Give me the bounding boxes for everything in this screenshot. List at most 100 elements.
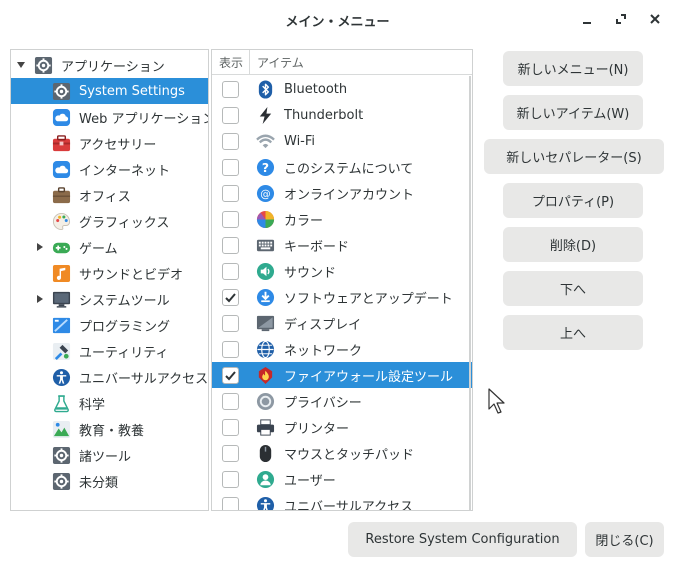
tree-item[interactable]: System Settings <box>11 78 208 104</box>
tree-item[interactable]: 教育・教養 <box>11 416 208 442</box>
new-menu-button[interactable]: 新しいメニュー(N) <box>503 51 643 86</box>
title-bar: メイン・メニュー <box>0 0 675 40</box>
keyboard-icon <box>255 235 275 255</box>
maximize-button[interactable] <box>610 9 632 29</box>
tree-item[interactable]: オフィス <box>11 182 208 208</box>
cloud-icon <box>51 107 71 127</box>
item-row[interactable]: ソフトウェアとアップデート <box>212 284 472 310</box>
tree-item[interactable]: 科学 <box>11 390 208 416</box>
show-checkbox[interactable] <box>222 132 239 150</box>
show-checkbox[interactable] <box>222 236 239 254</box>
tree-item[interactable]: Web アプリケーション <box>11 104 208 130</box>
briefcase-icon <box>51 185 71 205</box>
move-up-button[interactable]: 上へ <box>503 315 643 350</box>
item-row[interactable]: Wi-Fi <box>212 128 472 154</box>
new-separator-button[interactable]: 新しいセパレーター(S) <box>484 139 664 174</box>
firewall-icon <box>255 365 275 385</box>
tree-item-label: ゲーム <box>79 241 118 257</box>
expander-expanded-icon[interactable] <box>16 60 26 70</box>
utilities-icon <box>51 341 71 361</box>
item-row[interactable]: マウスとタッチパッド <box>212 440 472 466</box>
close-window-button[interactable] <box>644 9 666 29</box>
delete-button[interactable]: 削除(D) <box>503 227 643 262</box>
show-checkbox[interactable] <box>222 106 239 124</box>
item-row[interactable]: @ オンラインアカウント <box>212 180 472 206</box>
item-row[interactable]: ディスプレイ <box>212 310 472 336</box>
gear-icon <box>51 81 71 101</box>
programming-icon <box>51 315 71 335</box>
menu-tree[interactable]: アプリケーション System Settings Web アプリケーション アクセサリ… <box>10 49 209 511</box>
education-icon <box>51 419 71 439</box>
item-row[interactable]: ネットワーク <box>212 336 472 362</box>
multimedia-icon <box>51 263 71 283</box>
expander-collapsed-icon[interactable] <box>35 242 45 252</box>
item-row[interactable]: Bluetooth <box>212 76 472 102</box>
column-show-header[interactable]: 表示 <box>212 50 250 74</box>
tree-item[interactable]: サウンドとビデオ <box>11 260 208 286</box>
items-header: 表示 アイテム <box>212 50 472 75</box>
printer-icon <box>255 417 275 437</box>
gear-icon <box>51 471 71 491</box>
item-row[interactable]: ユニバーサルアクセス <box>212 492 472 510</box>
show-checkbox[interactable] <box>222 366 239 384</box>
maximize-icon <box>616 14 626 24</box>
tree-item-label: オフィス <box>79 189 131 205</box>
show-checkbox[interactable] <box>222 418 239 436</box>
tree-item-label: ユーティリティ <box>79 345 169 361</box>
move-down-button[interactable]: 下へ <box>503 271 643 306</box>
mouse-pointer-icon <box>488 388 505 414</box>
tree-item[interactable]: インターネット <box>11 156 208 182</box>
tree-item[interactable]: 未分類 <box>11 468 208 494</box>
item-row[interactable]: ユーザー <box>212 466 472 492</box>
tree-item[interactable]: システムツール <box>11 286 208 312</box>
item-row[interactable]: Thunderbolt <box>212 102 472 128</box>
item-row[interactable]: ? このシステムについて <box>212 154 472 180</box>
properties-button[interactable]: プロパティ(P) <box>503 183 643 218</box>
show-checkbox[interactable] <box>222 314 239 332</box>
svg-text:?: ? <box>261 160 268 174</box>
item-row[interactable]: ファイアウォール設定ツール <box>212 362 472 388</box>
at-icon: @ <box>255 183 275 203</box>
tree-item[interactable]: アクセサリー <box>11 130 208 156</box>
items-list[interactable]: 表示 アイテム Bluetooth Thunderbolt Wi-Fi? このシステム… <box>211 49 473 511</box>
restore-system-configuration-button[interactable]: Restore System Configuration <box>348 522 577 557</box>
show-checkbox[interactable] <box>222 184 239 202</box>
show-checkbox[interactable] <box>222 444 239 462</box>
item-row[interactable]: カラー <box>212 206 472 232</box>
item-row[interactable]: プライバシー <box>212 388 472 414</box>
item-row[interactable]: サウンド <box>212 258 472 284</box>
item-row[interactable]: キーボード <box>212 232 472 258</box>
new-item-button[interactable]: 新しいアイテム(W) <box>503 95 643 130</box>
tree-item-label: アプリケーション <box>61 59 165 75</box>
item-row[interactable]: プリンター <box>212 414 472 440</box>
item-label: ネットワーク <box>284 343 363 359</box>
show-checkbox[interactable] <box>222 210 239 228</box>
tree-item[interactable]: ゲーム <box>11 234 208 260</box>
show-checkbox[interactable] <box>222 262 239 280</box>
tree-item-label: System Settings <box>79 83 185 99</box>
accessibility-icon <box>255 495 275 510</box>
tree-item[interactable]: プログラミング <box>11 312 208 338</box>
show-checkbox[interactable] <box>222 496 239 510</box>
tree-item[interactable]: アプリケーション <box>11 52 208 78</box>
tree-item[interactable]: グラフィックス <box>11 208 208 234</box>
show-checkbox[interactable] <box>222 470 239 488</box>
show-checkbox[interactable] <box>222 80 239 98</box>
tree-item-label: 教育・教養 <box>79 423 145 439</box>
minimize-button[interactable] <box>576 9 598 29</box>
tree-item[interactable]: ユーティリティ <box>11 338 208 364</box>
tree-item[interactable]: 諸ツール <box>11 442 208 468</box>
show-checkbox[interactable] <box>222 340 239 358</box>
item-label: Bluetooth <box>284 81 348 97</box>
tree-item[interactable]: ユニバーサルアクセス <box>11 364 208 390</box>
minimize-icon <box>583 22 591 24</box>
show-checkbox[interactable] <box>222 158 239 176</box>
expander-collapsed-icon[interactable] <box>35 294 45 304</box>
show-checkbox[interactable] <box>222 392 239 410</box>
show-checkbox[interactable] <box>222 288 239 306</box>
close-button[interactable]: 閉じる(C) <box>585 522 664 557</box>
scrollbar[interactable] <box>469 76 471 510</box>
item-label: ソフトウェアとアップデート <box>284 291 453 307</box>
toolbox-icon <box>51 133 71 153</box>
column-item-header[interactable]: アイテム <box>250 54 304 71</box>
